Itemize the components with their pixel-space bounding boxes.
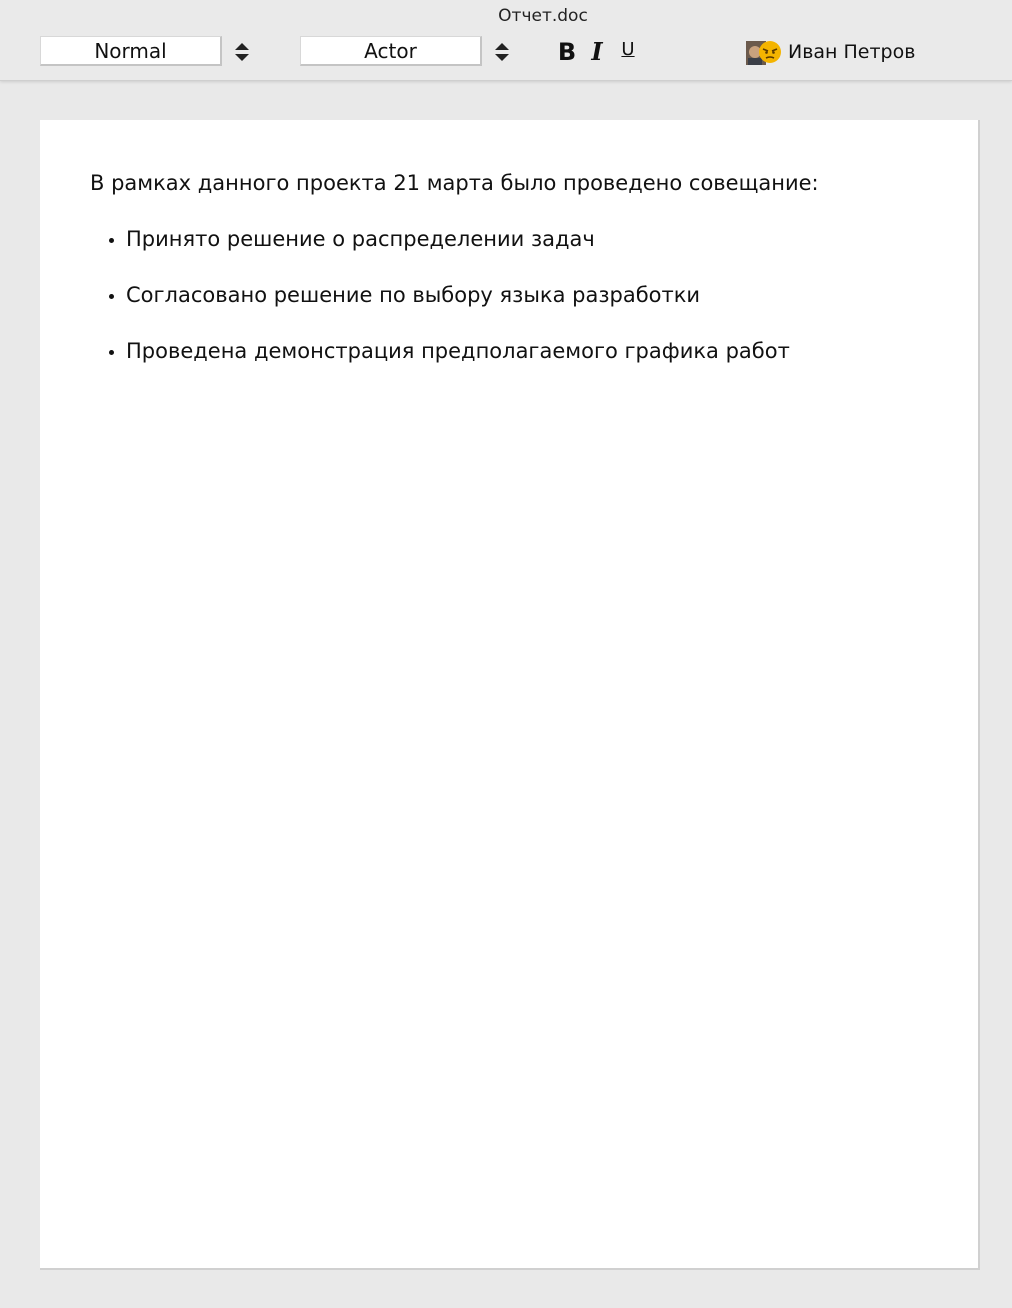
list-item: Проведена демонстрация предполагаемого г… <box>126 336 940 366</box>
document-page[interactable]: В рамках данного проекта 21 марта было п… <box>40 120 980 1270</box>
italic-button[interactable]: I <box>585 36 609 66</box>
user-info[interactable]: Иван Петров <box>746 38 915 66</box>
toolbar: Отчет.doc Normal Actor B I U Иван Петров <box>0 0 1012 81</box>
list-item: Согласовано решение по выбору языка разр… <box>126 280 940 310</box>
font-stepper-icon[interactable] <box>494 40 510 64</box>
document-title: Отчет.doc <box>498 6 588 26</box>
user-name: Иван Петров <box>788 41 916 63</box>
underline-button[interactable]: U <box>616 36 640 66</box>
style-stepper-icon[interactable] <box>234 40 250 64</box>
user-avatar-icon <box>746 41 781 65</box>
paragraph-style-select[interactable]: Normal <box>40 36 222 66</box>
list-item: Принято решение о распределении задач <box>126 224 940 254</box>
document-paragraph: В рамках данного проекта 21 марта было п… <box>90 171 819 195</box>
font-family-select[interactable]: Actor <box>300 36 482 66</box>
document-body[interactable]: В рамках данного проекта 21 марта было п… <box>90 168 940 392</box>
bold-button[interactable]: B <box>555 36 579 66</box>
bullet-list: Принято решение о распределении задач Со… <box>90 224 940 366</box>
